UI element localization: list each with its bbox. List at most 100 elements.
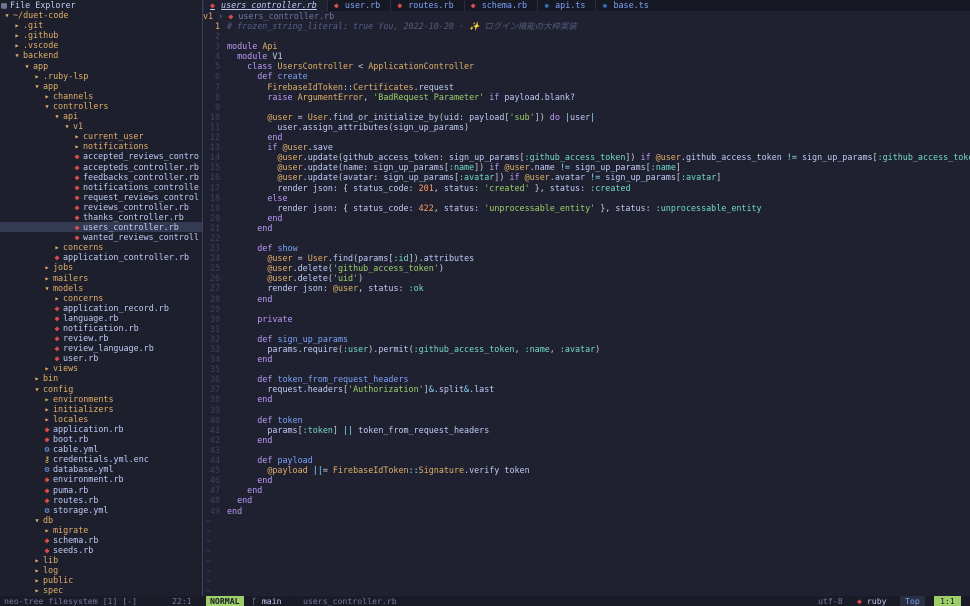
code-line[interactable]: 15 @user.update(name: sign_up_params[:na… — [203, 162, 970, 172]
tree-folder[interactable]: ▸ views — [0, 363, 202, 373]
tree-folder[interactable]: ▸ notifications — [0, 141, 202, 151]
tab-users-controller-rb[interactable]: ◆ users_controller.rb — [203, 0, 327, 11]
tree-file[interactable]: ◆ accepted_reviews_contro — [0, 151, 202, 161]
tree-folder[interactable]: ▾ v1 — [0, 121, 202, 131]
tree-file[interactable]: ◆ request_reviews_control — [0, 192, 202, 202]
code-line[interactable]: 6 def create — [203, 71, 970, 81]
code-line[interactable]: 33 params.require(:user).permit(:github_… — [203, 344, 970, 354]
code-line[interactable]: 18 else — [203, 193, 970, 203]
code-line[interactable]: 34 end — [203, 354, 970, 364]
code-line[interactable]: 21 end — [203, 223, 970, 233]
tab-base-ts[interactable]: ▪ base.ts — [595, 0, 658, 11]
tree-file[interactable]: ◆ wanted_reviews_controll — [0, 232, 202, 242]
tree-folder[interactable]: ▸ concerns — [0, 242, 202, 252]
tree-folder[interactable]: ▸ .vscode — [0, 40, 202, 50]
tree-folder[interactable]: ▸ migrate — [0, 525, 202, 535]
tree-folder[interactable]: ▾ app — [0, 81, 202, 91]
tree-file[interactable]: ◆ language.rb — [0, 313, 202, 323]
code-line[interactable]: 49 end — [203, 506, 970, 516]
tree-file[interactable]: ◆ application_controller.rb — [0, 252, 202, 262]
tree-file[interactable]: ◆ users_controller.rb — [0, 222, 202, 233]
tree-file[interactable]: ◆ puma.rb — [0, 485, 202, 495]
tree-folder[interactable]: ▸ locales — [0, 414, 202, 424]
code-editor[interactable]: 1 # frozen_string_literal: true You, 2022… — [203, 21, 970, 596]
code-line[interactable]: 35 — [203, 364, 970, 374]
tree-file[interactable]: ◆ thanks_controller.rb — [0, 212, 202, 222]
code-line[interactable]: 1 # frozen_string_literal: true You, 2022… — [203, 21, 970, 31]
tree-folder[interactable]: ▸ lib — [0, 555, 202, 565]
tree-file[interactable]: ◆ reviews_controller.rb — [0, 202, 202, 212]
tree-file[interactable]: ◆ feedbacks_controller.rb — [0, 172, 202, 182]
tree-file[interactable]: ◆ schema.rb — [0, 535, 202, 545]
tree-folder[interactable]: ▾ controllers — [0, 101, 202, 111]
code-line[interactable]: 44 def payload — [203, 455, 970, 465]
tree-file[interactable]: ◆ application_record.rb — [0, 303, 202, 313]
file-explorer[interactable]: ▤ File Explorer ▾ ~/duet-code ▸ .git ▸ .github ▸… — [0, 0, 202, 596]
tree-folder[interactable]: ▸ channels — [0, 91, 202, 101]
tree-file[interactable]: ◆ accepteds_controller.rb — [0, 162, 202, 172]
tree-folder[interactable]: ▾ backend — [0, 50, 202, 60]
code-line[interactable]: 19 render json: { status_code: 422, stat… — [203, 203, 970, 213]
code-line[interactable]: 16 @user.update(avatar: sign_up_params[:… — [203, 172, 970, 182]
code-line[interactable]: 8 raise ArgumentError, 'BadRequest Param… — [203, 92, 970, 102]
code-line[interactable]: 17 render json: { status_code: 201, stat… — [203, 183, 970, 193]
code-line[interactable]: 42 end — [203, 435, 970, 445]
tree-folder[interactable]: ▸ .ruby-lsp — [0, 71, 202, 81]
code-line[interactable]: 22 — [203, 233, 970, 243]
tree-folder[interactable]: ▸ current_user — [0, 131, 202, 141]
tab-schema-rb[interactable]: ◆ schema.rb — [463, 0, 537, 11]
code-line[interactable]: 38 end — [203, 394, 970, 404]
code-line[interactable]: 30 private — [203, 314, 970, 324]
tree-folder[interactable]: ▸ environments — [0, 394, 202, 404]
tree-folder[interactable]: ▾ app — [0, 61, 202, 71]
code-line[interactable]: 36 def token_from_request_headers — [203, 374, 970, 384]
tree-folder[interactable]: ▾ ~/duet-code — [0, 10, 202, 20]
code-line[interactable]: 29 — [203, 304, 970, 314]
tab-user-rb[interactable]: ◆ user.rb — [326, 0, 390, 11]
tree-file[interactable]: ⚷ credentials.yml.enc — [0, 454, 202, 464]
code-line[interactable]: 45 @payload ||= FirebaseIdToken::Signatu… — [203, 465, 970, 475]
code-line[interactable]: 11 user.assign_attributes(sign_up_params… — [203, 122, 970, 132]
tree-file[interactable]: ◆ user.rb — [0, 353, 202, 363]
tree-folder[interactable]: ▾ models — [0, 283, 202, 293]
code-line[interactable]: 43 — [203, 445, 970, 455]
tree-folder[interactable]: ▾ db — [0, 515, 202, 525]
tree-folder[interactable]: ▸ log — [0, 565, 202, 575]
code-line[interactable]: 40 def token — [203, 415, 970, 425]
code-line[interactable]: 25 @user.delete('github_access_token') — [203, 263, 970, 273]
tree-folder[interactable]: ▸ bin — [0, 373, 202, 383]
code-line[interactable]: 9 — [203, 102, 970, 112]
code-line[interactable]: 5 class UsersController < ApplicationCon… — [203, 61, 970, 71]
code-line[interactable]: 2 — [203, 31, 970, 41]
code-line[interactable]: 13 if @user.save — [203, 142, 970, 152]
code-line[interactable]: 37 request.headers['Authorization']&.spl… — [203, 384, 970, 394]
tab-routes-rb[interactable]: ◆ routes.rb — [390, 0, 463, 11]
tree-file[interactable]: ⚙ storage.yml — [0, 505, 202, 515]
breadcrumb-file[interactable]: users_controller.rb — [238, 11, 334, 21]
tree-folder[interactable]: ▸ jobs — [0, 262, 202, 272]
code-line[interactable]: 31 — [203, 324, 970, 334]
tree-folder[interactable]: ▸ concerns — [0, 293, 202, 303]
code-line[interactable]: 26 @user.delete('uid') — [203, 273, 970, 283]
tree-folder[interactable]: ▸ .github — [0, 30, 202, 40]
code-line[interactable]: 24 @user = User.find(params[:id]).attrib… — [203, 253, 970, 263]
code-line[interactable]: 3 module Api — [203, 41, 970, 51]
code-line[interactable]: 4 module V1 — [203, 51, 970, 61]
code-line[interactable]: 7 FirebaseIdToken::Certificates.request — [203, 82, 970, 92]
code-line[interactable]: 39 — [203, 405, 970, 415]
tree-file[interactable]: ⚙ database.yml — [0, 464, 202, 474]
tree-file[interactable]: ◆ boot.rb — [0, 434, 202, 444]
code-line[interactable]: 20 end — [203, 213, 970, 223]
code-line[interactable]: 14 @user.update(github_access_token: sig… — [203, 152, 970, 162]
tree-folder[interactable]: ▸ mailers — [0, 273, 202, 283]
code-line[interactable]: 28 end — [203, 294, 970, 304]
tree-folder[interactable]: ▾ api — [0, 111, 202, 121]
code-line[interactable]: 47 end — [203, 485, 970, 495]
tree-file[interactable]: ⚙ cable.yml — [0, 444, 202, 454]
breadcrumb-scope[interactable]: v1 — [203, 11, 213, 21]
code-line[interactable]: 27 render json: @user, status: :ok — [203, 283, 970, 293]
tree-folder[interactable]: ▸ .git — [0, 20, 202, 30]
code-line[interactable]: 48 end — [203, 495, 970, 505]
tree-file[interactable]: ◆ notifications_controlle — [0, 182, 202, 192]
tree-file[interactable]: ◆ environment.rb — [0, 474, 202, 484]
